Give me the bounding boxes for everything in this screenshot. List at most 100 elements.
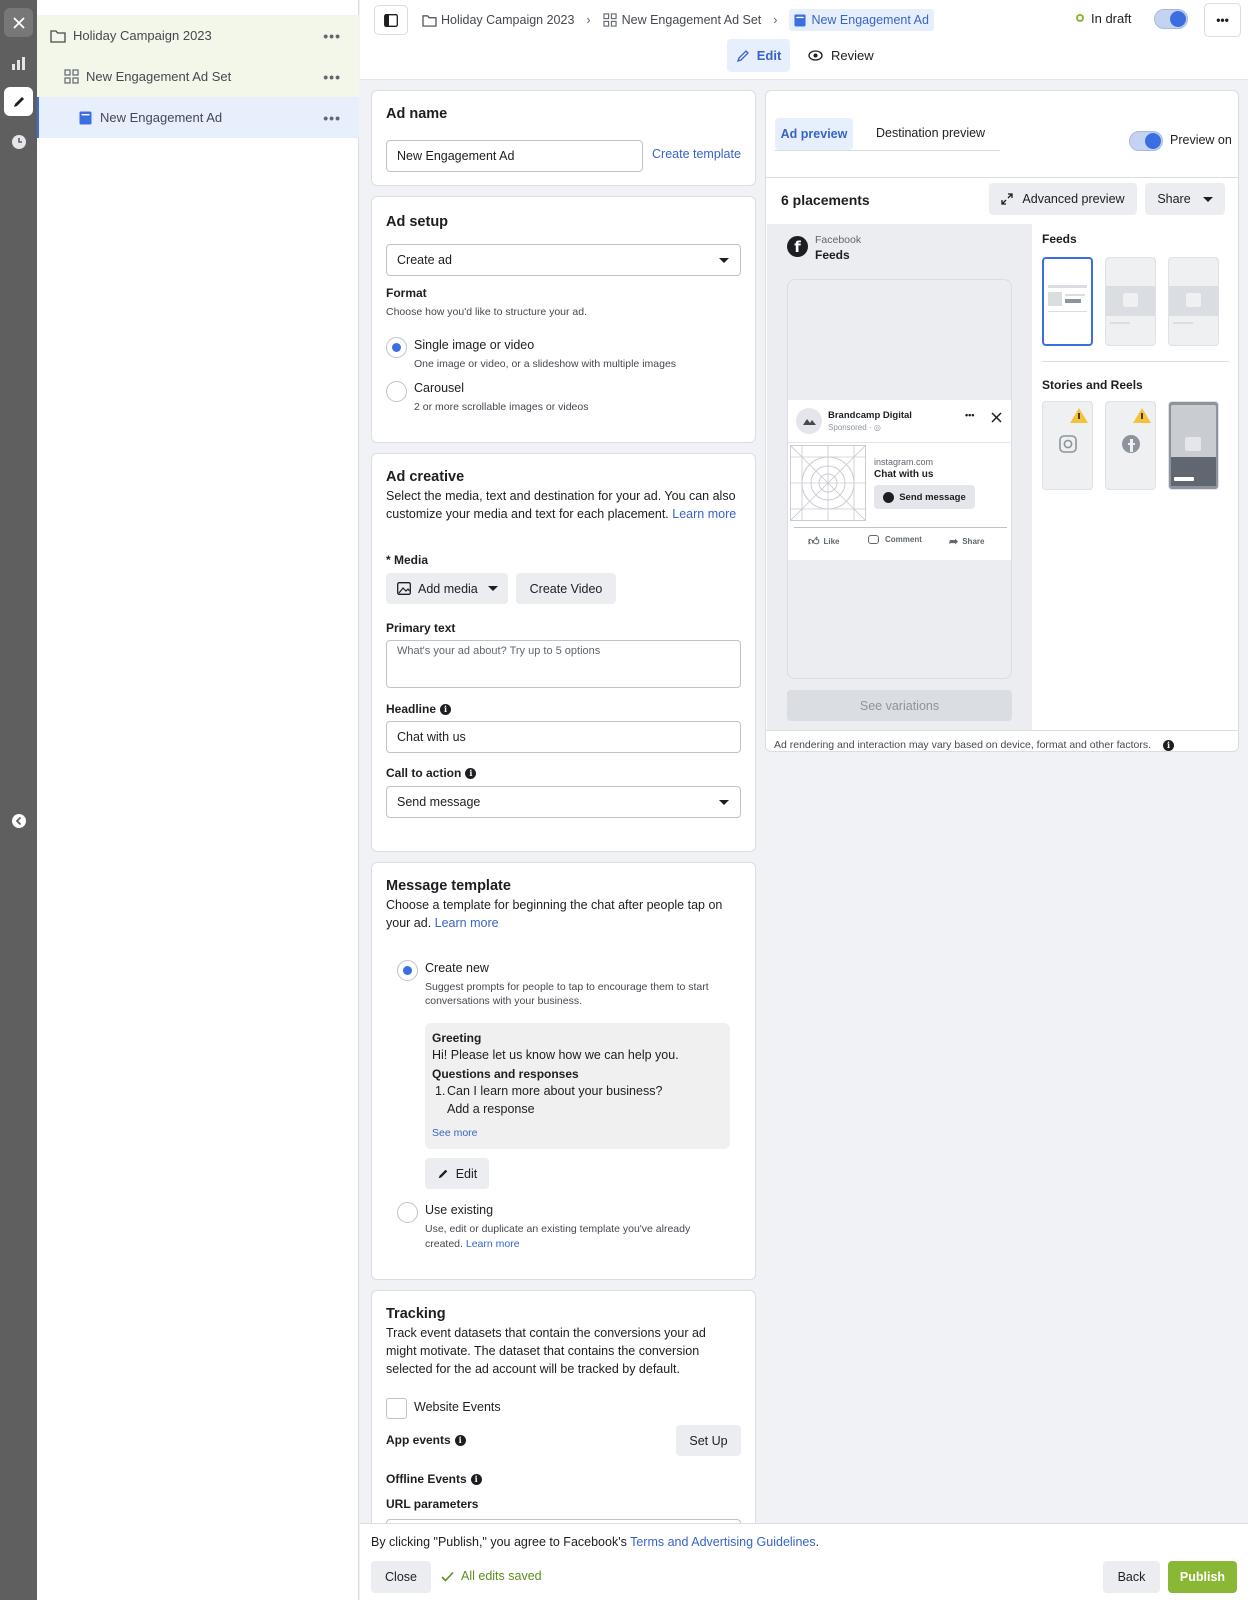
website-events-checkbox[interactable] xyxy=(386,1398,407,1419)
close-icon[interactable] xyxy=(991,411,1002,426)
messenger-icon xyxy=(883,491,895,503)
tab-edit[interactable]: Edit xyxy=(727,39,790,72)
ad-setup-select[interactable]: Create ad xyxy=(386,244,741,276)
link-domain: instagram.com xyxy=(874,457,934,467)
single-image-radio[interactable] xyxy=(386,337,407,358)
preview-panel: Ad preview Destination preview Preview o… xyxy=(765,90,1239,752)
tree-item-adset[interactable]: New Engagement Ad Set ••• xyxy=(37,56,359,97)
primary-text-input[interactable]: What's your ad about? Try up to 5 option… xyxy=(386,640,741,688)
see-more-link[interactable]: See more xyxy=(432,1127,478,1139)
globe-icon: ◎ xyxy=(873,423,881,432)
feed-preview-area: f Facebook Feeds Brandcamp Digital Spons… xyxy=(767,224,1032,730)
footer-bar: By clicking "Publish," you agree to Face… xyxy=(360,1523,1248,1600)
more-icon[interactable]: ••• xyxy=(323,28,341,44)
breadcrumb-adset[interactable]: New Engagement Ad Set xyxy=(622,13,762,27)
checkmark-icon xyxy=(441,1571,454,1582)
pencil-icon xyxy=(438,1169,448,1178)
section-title: Ad name xyxy=(386,106,448,122)
sidebar-toggle-icon[interactable] xyxy=(374,5,408,35)
send-message-cta[interactable]: Send message xyxy=(874,485,975,509)
see-variations-button[interactable]: See variations xyxy=(787,690,1012,721)
collapse-chevron-icon[interactable] xyxy=(4,806,33,835)
chevron-down-icon xyxy=(487,586,498,591)
create-new-desc-2: conversations with your business. xyxy=(425,995,582,1007)
headline-label: Headline i xyxy=(386,702,452,716)
stories-thumbnail-facebook[interactable] xyxy=(1105,401,1156,490)
info-icon: i xyxy=(465,768,477,780)
breadcrumb-campaign[interactable]: Holiday Campaign 2023 xyxy=(441,13,574,27)
feeds-thumbnail-selected[interactable] xyxy=(1042,257,1093,346)
create-template-link[interactable]: Create template xyxy=(652,147,741,161)
link-headline: Chat with us xyxy=(874,469,934,480)
divider xyxy=(766,730,1239,731)
share-action[interactable]: ➦ Share xyxy=(949,535,984,548)
learn-more-link[interactable]: Learn more xyxy=(672,507,736,521)
tab-ad-preview[interactable]: Ad preview xyxy=(775,118,853,150)
page-name: Brandcamp Digital xyxy=(828,410,912,421)
comment-action[interactable]: Comment xyxy=(868,535,922,544)
placement-name: Feeds xyxy=(815,248,850,262)
format-label: Format xyxy=(386,286,427,300)
advanced-preview-button[interactable]: Advanced preview xyxy=(989,183,1137,215)
breadcrumb-ad[interactable]: New Engagement Ad xyxy=(789,9,934,31)
grid-icon xyxy=(64,69,79,84)
folder-icon xyxy=(422,14,437,27)
tab-review[interactable]: Review xyxy=(808,39,874,72)
stories-thumbnail-instagram[interactable] xyxy=(1042,401,1093,490)
share-button[interactable]: Share xyxy=(1145,183,1225,215)
stories-thumbnail-reels[interactable] xyxy=(1168,401,1219,490)
terms-link[interactable]: Terms and Advertising Guidelines xyxy=(630,1535,816,1549)
headline-input[interactable]: Chat with us xyxy=(386,721,741,753)
close-icon[interactable] xyxy=(4,8,33,37)
create-video-button[interactable]: Create Video xyxy=(516,573,616,604)
tracking-section: Tracking Track event datasets that conta… xyxy=(371,1290,756,1530)
tab-review-label: Review xyxy=(831,48,874,63)
add-media-button[interactable]: Add media xyxy=(386,573,508,604)
breadcrumb-ad-label: New Engagement Ad xyxy=(811,13,929,27)
like-action[interactable]: 👍︎ Like xyxy=(808,535,840,548)
use-existing-label: Use existing xyxy=(425,1203,494,1217)
tab-destination-preview[interactable]: Destination preview xyxy=(876,126,985,140)
info-icon: i xyxy=(454,1435,466,1447)
chart-icon[interactable] xyxy=(4,48,33,77)
pencil-icon[interactable] xyxy=(4,87,33,116)
tracking-desc-1: Track event datasets that contain the co… xyxy=(386,1326,706,1340)
preview-disclaimer: Ad rendering and interaction may vary ba… xyxy=(774,739,1175,751)
feeds-thumbnail-instagram[interactable] xyxy=(1105,257,1156,346)
ad-name-input[interactable]: New Engagement Ad xyxy=(386,140,643,172)
cta-label: Send message xyxy=(899,491,966,503)
carousel-radio[interactable] xyxy=(386,381,407,402)
preview-toggle[interactable] xyxy=(1129,131,1163,151)
more-icon[interactable]: ••• xyxy=(323,110,341,126)
section-title: Message template xyxy=(386,878,511,894)
top-bar: Holiday Campaign 2023 › New Engagement A… xyxy=(360,0,1248,80)
info-icon[interactable]: i xyxy=(1163,739,1175,751)
single-image-desc: One image or video, or a slideshow with … xyxy=(414,358,677,370)
message-template-desc-2: your ad. Learn more xyxy=(386,916,499,930)
learn-more-link[interactable]: Learn more xyxy=(466,1238,520,1250)
create-new-radio[interactable] xyxy=(397,960,418,981)
use-existing-radio[interactable] xyxy=(397,1202,418,1223)
learn-more-link[interactable]: Learn more xyxy=(435,916,499,930)
tree-item-ad[interactable]: New Engagement Ad ••• xyxy=(37,97,359,138)
facebook-icon: f xyxy=(787,236,808,257)
ad-creative-section: Ad creative Select the media, text and d… xyxy=(371,453,756,852)
back-button[interactable]: Back xyxy=(1103,1561,1160,1593)
more-icon[interactable]: ••• xyxy=(323,69,341,85)
use-existing-desc-1: Use, edit or duplicate an existing templ… xyxy=(425,1223,691,1235)
divider xyxy=(766,177,1239,178)
tree-item-campaign[interactable]: Holiday Campaign 2023 ••• xyxy=(37,15,359,56)
clock-icon[interactable] xyxy=(4,127,33,156)
section-title: Ad creative xyxy=(386,469,465,485)
post-more-icon[interactable]: ••• xyxy=(965,410,974,420)
feeds-thumbnail-other[interactable] xyxy=(1168,257,1219,346)
draft-toggle[interactable] xyxy=(1154,9,1188,29)
edit-template-button[interactable]: Edit xyxy=(425,1158,489,1189)
create-new-label: Create new xyxy=(425,961,489,975)
cta-select[interactable]: Send message xyxy=(386,786,741,818)
close-button[interactable]: Close xyxy=(371,1561,431,1593)
more-options-button[interactable]: ••• xyxy=(1204,3,1241,37)
set-up-button[interactable]: Set Up xyxy=(676,1425,741,1456)
publish-button[interactable]: Publish xyxy=(1168,1561,1237,1593)
edit-label: Edit xyxy=(455,1166,478,1181)
